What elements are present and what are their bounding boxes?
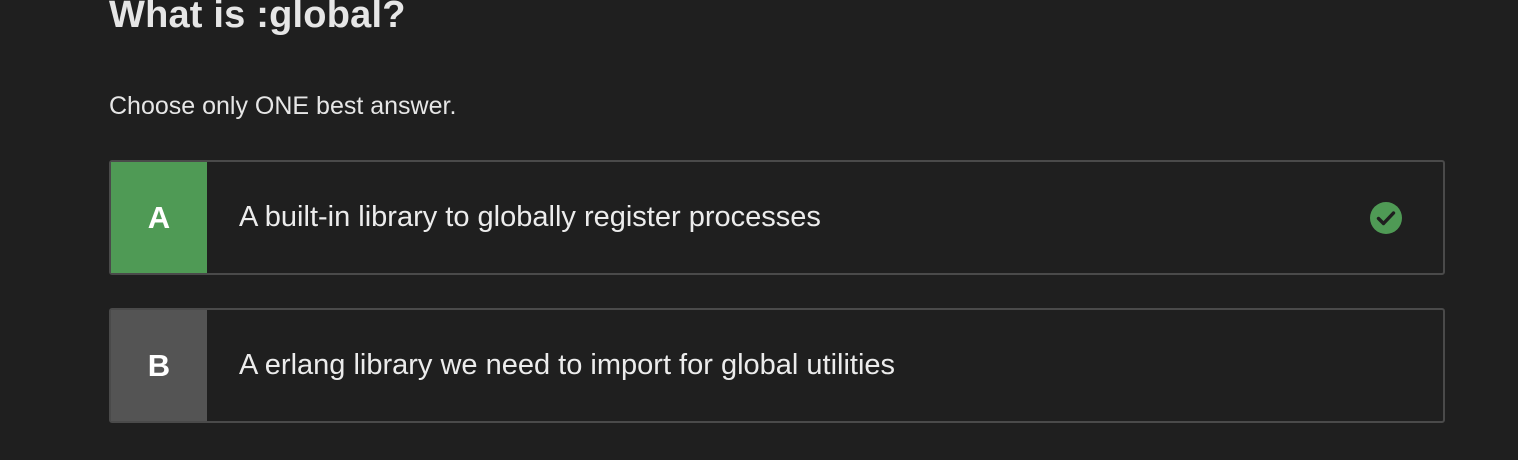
option-text-b: A erlang library we need to import for g…: [239, 349, 896, 381]
answer-option-a[interactable]: A A built-in library to globally registe…: [109, 160, 1445, 275]
question-title: What is :global?: [109, 0, 406, 36]
option-text-a: A built-in library to globally register …: [239, 201, 821, 233]
check-circle-icon: [1370, 201, 1402, 234]
option-letter-a: A: [111, 162, 207, 273]
option-letter-b: B: [111, 310, 207, 421]
answer-option-b[interactable]: B A erlang library we need to import for…: [109, 308, 1445, 423]
answer-instruction: Choose only ONE best answer.: [109, 92, 457, 120]
